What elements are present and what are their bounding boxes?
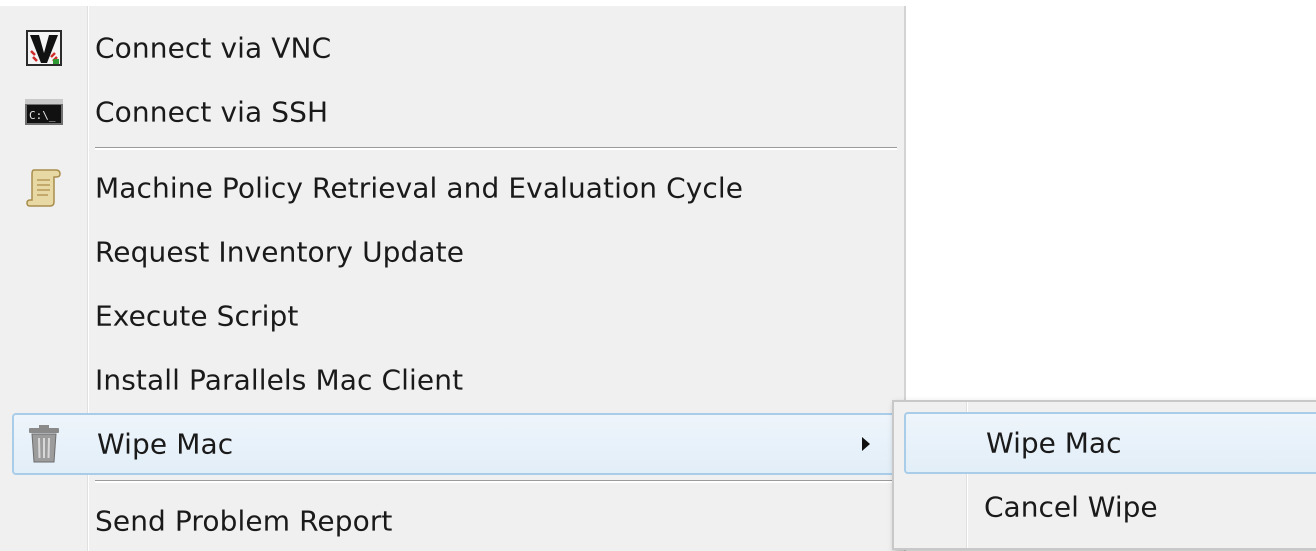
menu-item-label: Wipe Mac [97, 427, 234, 461]
menu-item-label: Execute Script [95, 299, 299, 333]
terminal-icon: C:\_ [22, 90, 66, 134]
submenu-item-label: Cancel Wipe [984, 490, 1158, 524]
vnc-icon [22, 26, 66, 70]
menu-item-label: Connect via SSH [95, 95, 329, 129]
menu-item-label: Connect via VNC [95, 31, 332, 65]
menu-item-connect-vnc[interactable]: Connect via VNC [12, 18, 900, 78]
submenu-item-label: Wipe Mac [986, 426, 1122, 460]
menu-separator [95, 480, 897, 483]
scroll-icon [22, 166, 66, 210]
menu-item-machine-policy[interactable]: Machine Policy Retrieval and Evaluation … [12, 158, 900, 218]
menu-item-send-problem-report[interactable]: Send Problem Report [12, 491, 900, 551]
menu-item-install-parallels[interactable]: Install Parallels Mac Client [12, 350, 900, 410]
menu-item-label: Machine Policy Retrieval and Evaluation … [95, 171, 744, 205]
svg-text:C:\_: C:\_ [29, 109, 56, 122]
submenu-item-wipe-mac[interactable]: Wipe Mac [904, 412, 1316, 474]
wipe-mac-submenu: Wipe Mac Cancel Wipe [892, 400, 1316, 550]
menu-item-label: Request Inventory Update [95, 235, 465, 269]
menu-item-label: Send Problem Report [95, 504, 393, 538]
menu-item-label: Install Parallels Mac Client [95, 363, 464, 397]
menu-item-execute-script[interactable]: Execute Script [12, 286, 900, 346]
submenu-item-cancel-wipe[interactable]: Cancel Wipe [904, 477, 1316, 537]
context-menu: Connect via VNC C:\_ Connect via SSH Mac… [0, 6, 906, 551]
trash-icon [22, 422, 66, 466]
menu-item-request-inventory[interactable]: Request Inventory Update [12, 222, 900, 282]
menu-item-wipe-mac[interactable]: Wipe Mac [12, 413, 900, 475]
menu-separator [95, 147, 897, 150]
submenu-arrow-icon [862, 437, 870, 451]
menu-item-connect-ssh[interactable]: C:\_ Connect via SSH [12, 82, 900, 142]
screen: Connect via VNC C:\_ Connect via SSH Mac… [0, 0, 1316, 551]
